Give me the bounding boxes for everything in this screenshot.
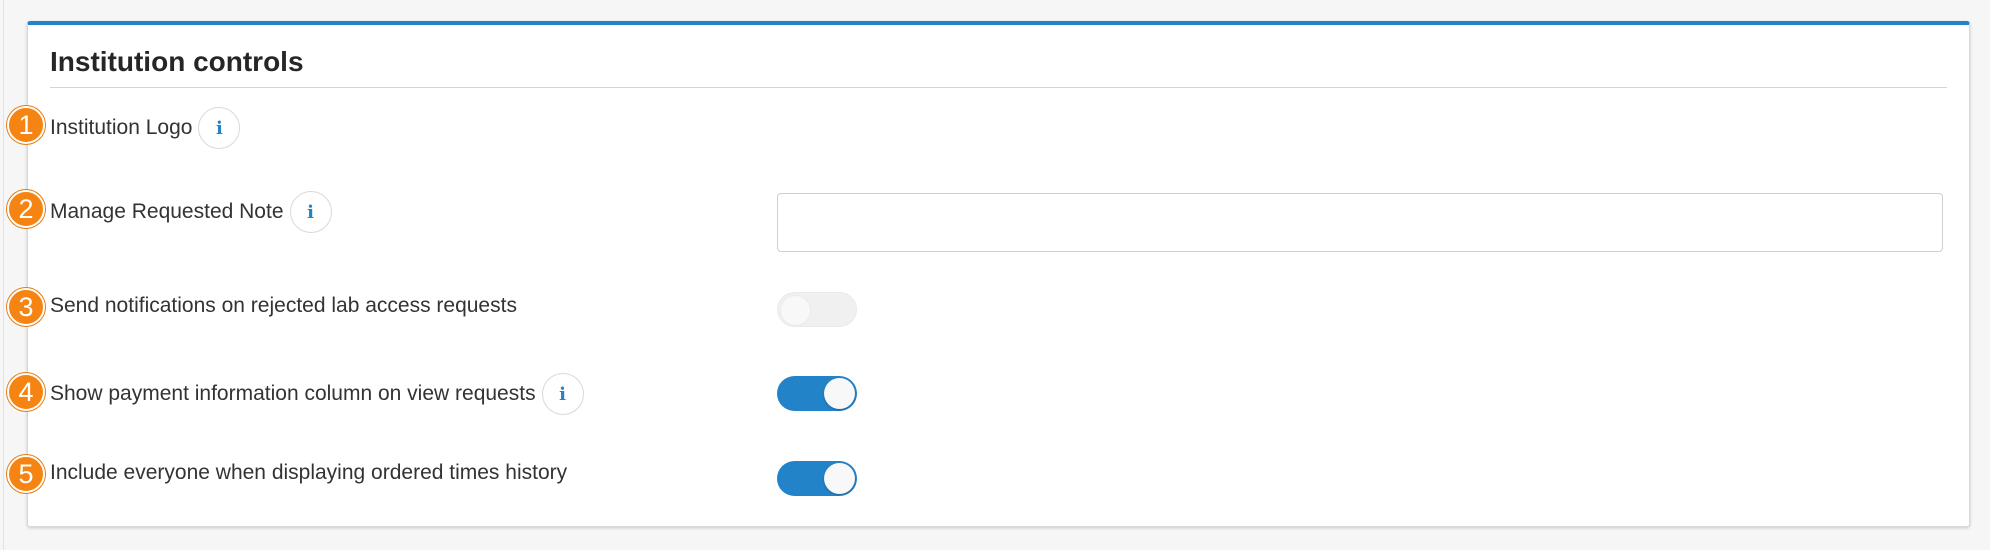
include-everyone-toggle[interactable] (777, 461, 857, 496)
info-icon[interactable]: i (198, 107, 241, 149)
toggle-knob (780, 295, 811, 326)
requested-note-input[interactable] (777, 193, 1943, 252)
institution-logo-label: Institution Logo (50, 116, 193, 139)
show-payment-info-toggle[interactable] (777, 376, 857, 411)
row-send-notifications: 3 Send notifications on rejected lab acc… (0, 285, 1990, 333)
info-icon[interactable]: i (541, 373, 584, 415)
step-badge-4: 4 (7, 373, 45, 411)
show-payment-info-label: Show payment information column on view … (50, 382, 536, 405)
title-divider (50, 87, 1947, 88)
include-everyone-label: Include everyone when displaying ordered… (50, 461, 568, 484)
step-badge-5: 5 (7, 455, 45, 493)
step-badge-2: 2 (7, 190, 45, 228)
toggle-knob (824, 463, 855, 494)
include-everyone-field: Include everyone when displaying ordered… (50, 461, 567, 485)
panel-title: Institution controls (50, 46, 304, 77)
step-badge-1: 1 (7, 106, 45, 144)
manage-requested-note-label: Manage Requested Note (50, 200, 284, 223)
row-include-everyone: 5 Include everyone when displaying order… (0, 455, 1990, 503)
send-notifications-label: Send notifications on rejected lab acces… (50, 294, 517, 317)
institution-logo-field: Institution Logo i (50, 107, 241, 149)
step-badge-3: 3 (7, 288, 45, 326)
row-institution-logo: 1 Institution Logo i (0, 104, 1990, 152)
info-icon[interactable]: i (289, 191, 332, 233)
toggle-knob (824, 378, 855, 409)
send-notifications-field: Send notifications on rejected lab acces… (50, 294, 517, 318)
show-payment-info-field: Show payment information column on view … (50, 373, 584, 415)
send-notifications-toggle[interactable] (777, 292, 857, 327)
manage-requested-note-field: Manage Requested Note i (50, 191, 332, 233)
institution-controls-panel: Institution controls (27, 21, 1970, 527)
row-show-payment-info: 4 Show payment information column on vie… (0, 370, 1990, 418)
